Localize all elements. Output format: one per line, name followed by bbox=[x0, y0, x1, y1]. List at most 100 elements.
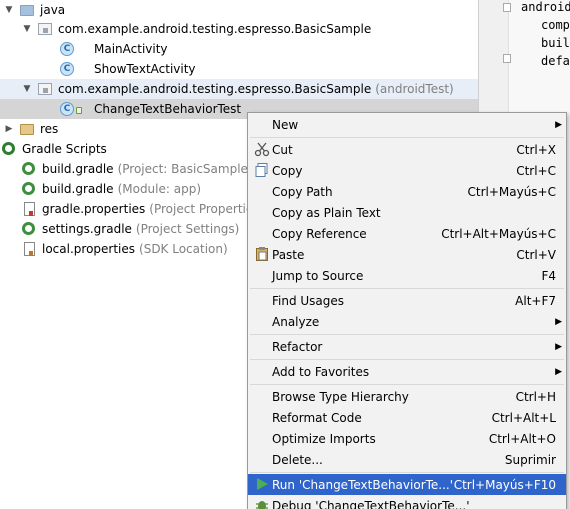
menu-item-copy-path[interactable]: Copy Path Ctrl+Mayús+C bbox=[248, 181, 566, 202]
tree-item-label: build.gradle bbox=[42, 162, 114, 176]
menu-item-analyze[interactable]: Analyze ▶ bbox=[248, 311, 566, 332]
tree-item-label: ShowTextActivity bbox=[94, 62, 196, 76]
menu-item-shortcut: Ctrl+Alt+Mayús+C bbox=[441, 226, 556, 241]
menu-item-label: Copy Reference bbox=[272, 226, 367, 241]
menu-item-refactor[interactable]: Refactor ▶ bbox=[248, 336, 566, 357]
gradle-icon bbox=[22, 221, 38, 237]
tree-item-label: settings.gradle bbox=[42, 222, 132, 236]
expand-arrow-icon[interactable]: ▼ bbox=[4, 5, 14, 15]
submenu-arrow-icon: ▶ bbox=[555, 316, 562, 327]
menu-item-label: Copy as Plain Text bbox=[272, 205, 381, 220]
menu-separator bbox=[250, 137, 564, 138]
menu-item-debug[interactable]: Debug 'ChangeTextBehaviorTe...' bbox=[248, 495, 566, 509]
menu-item-shortcut: F4 bbox=[541, 268, 556, 283]
tree-item-mainactivity[interactable]: C MainActivity bbox=[0, 39, 478, 59]
properties-file-icon bbox=[22, 241, 38, 257]
menu-item-label: Jump to Source bbox=[272, 268, 364, 283]
gradle-icon bbox=[22, 181, 38, 197]
tree-item-hint: (Project: BasicSample) bbox=[117, 162, 253, 176]
gradle-icon bbox=[2, 141, 18, 157]
tree-item-label: MainActivity bbox=[94, 42, 168, 56]
fold-marker-icon[interactable] bbox=[503, 3, 511, 12]
menu-item-label: Analyze bbox=[272, 314, 320, 329]
tree-item-package-androidtest[interactable]: ▼ com.example.android.testing.espresso.B… bbox=[0, 79, 478, 99]
menu-item-browse-type-hierarchy[interactable]: Browse Type Hierarchy Ctrl+H bbox=[248, 386, 566, 407]
lock-icon bbox=[76, 107, 82, 114]
tree-item-label: local.properties bbox=[42, 242, 136, 256]
debug-icon bbox=[254, 497, 270, 509]
menu-separator bbox=[250, 472, 564, 473]
test-class-icon: C bbox=[60, 101, 82, 117]
menu-item-shortcut: Suprimir bbox=[504, 452, 556, 467]
menu-item-shortcut: Ctrl+C bbox=[516, 163, 556, 178]
tree-item-label: build.gradle bbox=[42, 182, 114, 196]
menu-item-shortcut: Ctrl+Mayús+F10 bbox=[453, 477, 556, 492]
code-line: buil bbox=[541, 36, 570, 50]
menu-item-jump-to-source[interactable]: Jump to Source F4 bbox=[248, 265, 566, 286]
tree-item-label: res bbox=[40, 122, 59, 136]
run-icon bbox=[254, 476, 270, 492]
menu-item-shortcut: Ctrl+Alt+L bbox=[491, 410, 556, 425]
tree-item-java[interactable]: ▼ java bbox=[0, 0, 478, 20]
menu-item-label: Copy bbox=[272, 163, 303, 178]
tree-item-package[interactable]: ▼ com.example.android.testing.espresso.B… bbox=[0, 19, 478, 39]
tree-item-label: com.example.android.testing.espresso.Bas… bbox=[58, 82, 372, 96]
tree-item-label: gradle.properties bbox=[42, 202, 146, 216]
folder-icon bbox=[20, 2, 36, 18]
menu-item-shortcut: Alt+F7 bbox=[515, 293, 556, 308]
menu-item-label: Refactor bbox=[272, 339, 323, 354]
package-icon bbox=[38, 81, 54, 97]
menu-item-copy-plain-text[interactable]: Copy as Plain Text bbox=[248, 202, 566, 223]
menu-item-add-to-favorites[interactable]: Add to Favorites ▶ bbox=[248, 361, 566, 382]
menu-item-label: Add to Favorites bbox=[272, 364, 370, 379]
menu-item-label: Browse Type Hierarchy bbox=[272, 389, 409, 404]
menu-separator bbox=[250, 288, 564, 289]
tree-item-hint: (Module: app) bbox=[117, 182, 202, 196]
menu-item-find-usages[interactable]: Find Usages Alt+F7 bbox=[248, 290, 566, 311]
code-line: android bbox=[521, 0, 570, 14]
copy-icon bbox=[254, 162, 270, 178]
class-icon: C bbox=[60, 61, 76, 77]
menu-item-paste[interactable]: Paste Ctrl+V bbox=[248, 244, 566, 265]
package-icon bbox=[38, 21, 54, 37]
menu-item-reformat-code[interactable]: Reformat Code Ctrl+Alt+L bbox=[248, 407, 566, 428]
menu-item-optimize-imports[interactable]: Optimize Imports Ctrl+Alt+O bbox=[248, 428, 566, 449]
tree-item-hint: (SDK Location) bbox=[139, 242, 228, 256]
gradle-icon bbox=[22, 161, 38, 177]
menu-item-copy[interactable]: Copy Ctrl+C bbox=[248, 160, 566, 181]
menu-item-label: Cut bbox=[272, 142, 293, 157]
menu-item-label: Run 'ChangeTextBehaviorTe...' bbox=[272, 477, 454, 492]
tree-item-hint: (Project Settings) bbox=[135, 222, 240, 236]
fold-marker-icon[interactable] bbox=[503, 54, 511, 63]
tree-item-label: ChangeTextBehaviorTest bbox=[94, 102, 242, 116]
menu-separator bbox=[250, 359, 564, 360]
menu-item-new[interactable]: New ▶ bbox=[248, 114, 566, 135]
tree-item-showtextactivity[interactable]: C ShowTextActivity bbox=[0, 59, 478, 79]
tree-item-hint: (androidTest) bbox=[375, 82, 454, 96]
tree-item-label: com.example.android.testing.espresso.Bas… bbox=[58, 22, 372, 36]
scissors-icon bbox=[254, 141, 270, 157]
menu-item-copy-reference[interactable]: Copy Reference Ctrl+Alt+Mayús+C bbox=[248, 223, 566, 244]
menu-item-shortcut: Ctrl+V bbox=[516, 247, 556, 262]
menu-item-label: Reformat Code bbox=[272, 410, 362, 425]
expand-arrow-icon[interactable]: ▼ bbox=[22, 24, 32, 34]
code-line: defa bbox=[541, 54, 570, 68]
menu-separator bbox=[250, 334, 564, 335]
context-menu: New ▶ Cut Ctrl+X Copy Ctrl+C Copy Path C… bbox=[247, 112, 567, 509]
menu-item-shortcut: Ctrl+X bbox=[516, 142, 556, 157]
submenu-arrow-icon: ▶ bbox=[555, 341, 562, 352]
class-icon: C bbox=[60, 41, 76, 57]
menu-item-label: Copy Path bbox=[272, 184, 333, 199]
collapse-arrow-icon[interactable]: ▶ bbox=[4, 124, 14, 134]
menu-item-label: Find Usages bbox=[272, 293, 345, 308]
tree-item-label: Gradle Scripts bbox=[22, 142, 107, 156]
menu-separator bbox=[250, 384, 564, 385]
menu-item-shortcut: Ctrl+H bbox=[515, 389, 556, 404]
menu-item-run[interactable]: Run 'ChangeTextBehaviorTe...' Ctrl+Mayús… bbox=[248, 474, 566, 495]
menu-item-label: Optimize Imports bbox=[272, 431, 376, 446]
menu-item-cut[interactable]: Cut Ctrl+X bbox=[248, 139, 566, 160]
expand-arrow-icon[interactable]: ▼ bbox=[22, 84, 32, 94]
menu-item-delete[interactable]: Delete... Suprimir bbox=[248, 449, 566, 470]
properties-file-icon bbox=[22, 201, 38, 217]
menu-item-label: Paste bbox=[272, 247, 305, 262]
